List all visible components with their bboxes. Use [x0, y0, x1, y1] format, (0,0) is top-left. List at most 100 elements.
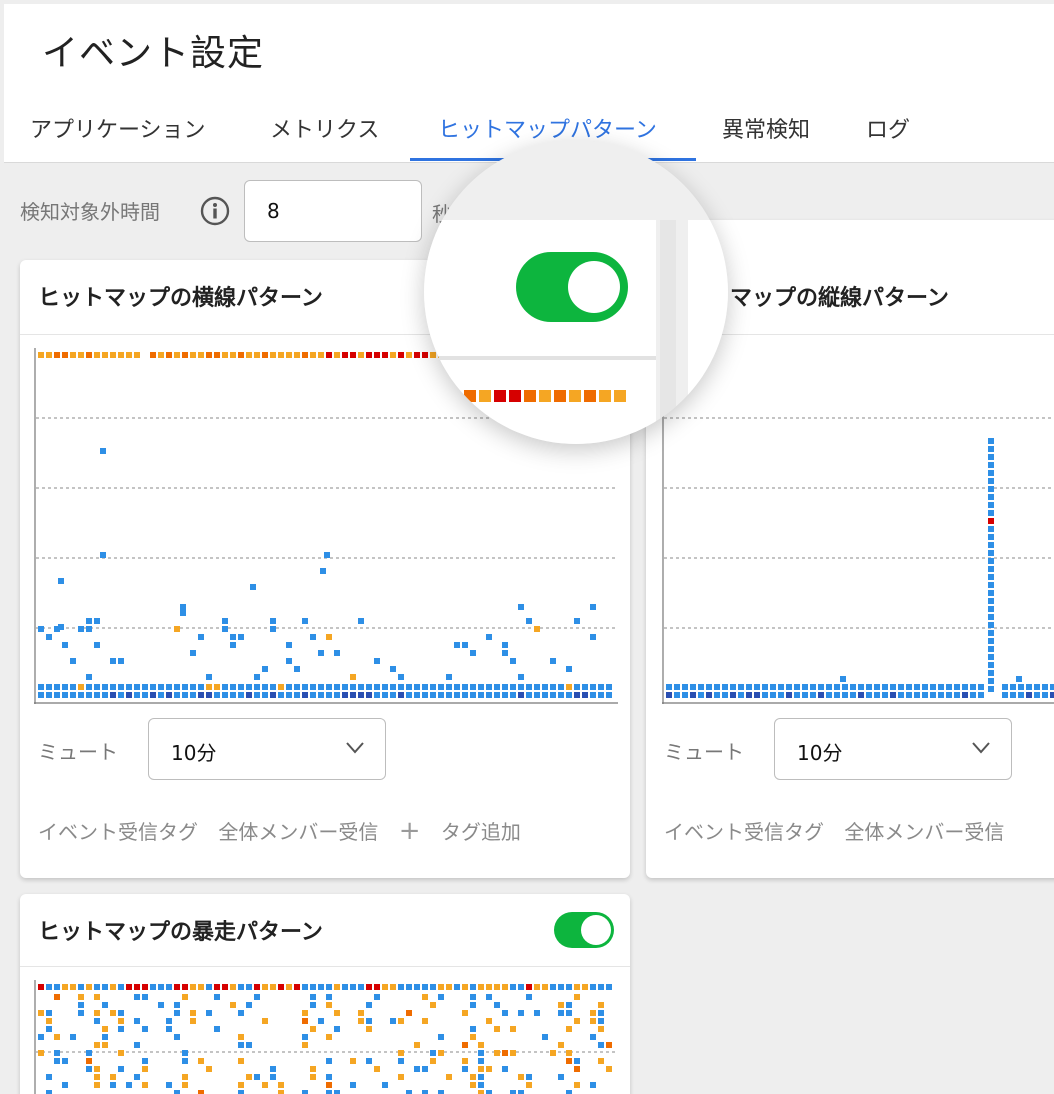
heat-cell: [714, 684, 720, 690]
heat-cell: [890, 692, 896, 698]
heat-cell: [479, 390, 491, 402]
heat-cell: [174, 352, 180, 358]
heat-cell: [398, 352, 404, 358]
heat-cell: [54, 1034, 60, 1040]
heat-cell: [430, 984, 436, 990]
mute-label: ミュート: [38, 740, 118, 764]
heat-cell: [674, 684, 680, 690]
mute-select[interactable]: 10分: [148, 718, 386, 780]
heat-cell: [558, 984, 564, 990]
heat-cell: [358, 692, 364, 698]
heat-cell: [906, 692, 912, 698]
heat-cell: [238, 1058, 244, 1064]
runaway-pattern-toggle[interactable]: [554, 912, 614, 948]
heat-cell: [1026, 692, 1032, 698]
page-title: イベント設定: [42, 33, 265, 74]
heat-cell: [938, 692, 944, 698]
heat-cell: [502, 642, 508, 648]
tab-application[interactable]: アプリケーション: [30, 112, 206, 144]
heat-cell: [214, 984, 220, 990]
tab-anomaly-detection[interactable]: 異常検知: [722, 112, 810, 144]
heat-cell: [350, 692, 356, 698]
heat-cell: [174, 984, 180, 990]
heat-cell: [246, 1002, 252, 1008]
heat-cell: [222, 984, 228, 990]
heat-cell: [566, 1010, 572, 1016]
heat-cell: [102, 684, 108, 690]
heat-cell: [38, 1034, 44, 1040]
heat-cell: [174, 692, 180, 698]
heat-cell: [988, 478, 994, 484]
heat-cell: [558, 684, 564, 690]
heat-cell: [566, 1050, 572, 1056]
heat-cell: [574, 1018, 580, 1024]
tab-metrics[interactable]: メトリクス: [270, 112, 379, 144]
heat-cell: [180, 610, 186, 616]
heat-cell: [962, 692, 968, 698]
heat-cell: [238, 1090, 244, 1094]
heat-cell: [62, 1082, 68, 1088]
heat-cell: [462, 692, 468, 698]
heat-cell: [278, 984, 284, 990]
heat-cell: [414, 1042, 420, 1048]
heat-cell: [754, 692, 760, 698]
heat-cell: [38, 1050, 44, 1056]
heat-cell: [262, 1082, 268, 1088]
card-divider: [20, 966, 630, 967]
heat-cell: [230, 984, 236, 990]
heat-cell: [118, 1018, 124, 1024]
heat-cell: [462, 984, 468, 990]
heat-cell: [62, 1058, 68, 1064]
heat-cell: [502, 1066, 508, 1072]
tag-row: イベント受信タグ 全体メンバー受信 + タグ追加: [38, 816, 535, 846]
heat-cell: [599, 390, 611, 402]
heat-cell: [406, 1010, 412, 1016]
heat-cell: [374, 658, 380, 664]
heat-cell: [518, 674, 524, 680]
heat-cell: [574, 1058, 580, 1064]
heat-cell: [478, 1082, 484, 1088]
heat-cell: [118, 1066, 124, 1072]
heat-cell: [174, 1010, 180, 1016]
heat-cell: [778, 684, 784, 690]
heat-cell: [1018, 684, 1024, 690]
mute-select[interactable]: 10分: [774, 718, 1012, 780]
info-circle-icon[interactable]: [200, 196, 230, 226]
heat-cell: [786, 684, 792, 690]
tab-hitmap-pattern[interactable]: ヒットマップパターン: [438, 112, 657, 144]
horizontal-pattern-toggle[interactable]: [516, 252, 628, 322]
heat-cell: [214, 684, 220, 690]
tag-chip[interactable]: 全体メンバー受信: [218, 820, 378, 844]
add-tag-button[interactable]: タグ追加: [441, 820, 521, 844]
heat-cell: [366, 984, 372, 990]
heat-cell: [414, 684, 420, 690]
heat-cell: [826, 692, 832, 698]
heat-cell: [682, 684, 688, 690]
heat-cell: [584, 390, 596, 402]
heat-cell: [598, 1002, 604, 1008]
heat-cell: [182, 684, 188, 690]
plus-icon[interactable]: +: [399, 816, 421, 846]
heat-cell: [374, 352, 380, 358]
heat-cell: [438, 994, 444, 1000]
heat-cell: [174, 684, 180, 690]
heat-cell: [398, 1058, 404, 1064]
heat-cell: [302, 1010, 308, 1016]
heat-cell: [294, 352, 300, 358]
heat-cell: [246, 684, 252, 690]
heat-cell: [182, 1050, 188, 1056]
heat-cell: [270, 352, 276, 358]
heat-cell: [350, 352, 356, 358]
heat-cell: [182, 1074, 188, 1080]
heat-cell: [850, 684, 856, 690]
heat-cell: [46, 1018, 52, 1024]
heat-cell: [802, 684, 808, 690]
heat-cell: [478, 1066, 484, 1072]
heat-cell: [118, 1010, 124, 1016]
heat-cell: [690, 692, 696, 698]
heat-cell: [78, 994, 84, 1000]
tag-chip[interactable]: 全体メンバー受信: [844, 820, 1004, 844]
heat-cell: [126, 692, 132, 698]
exclusion-time-input[interactable]: 8: [244, 180, 422, 242]
tab-log[interactable]: ログ: [866, 112, 910, 144]
